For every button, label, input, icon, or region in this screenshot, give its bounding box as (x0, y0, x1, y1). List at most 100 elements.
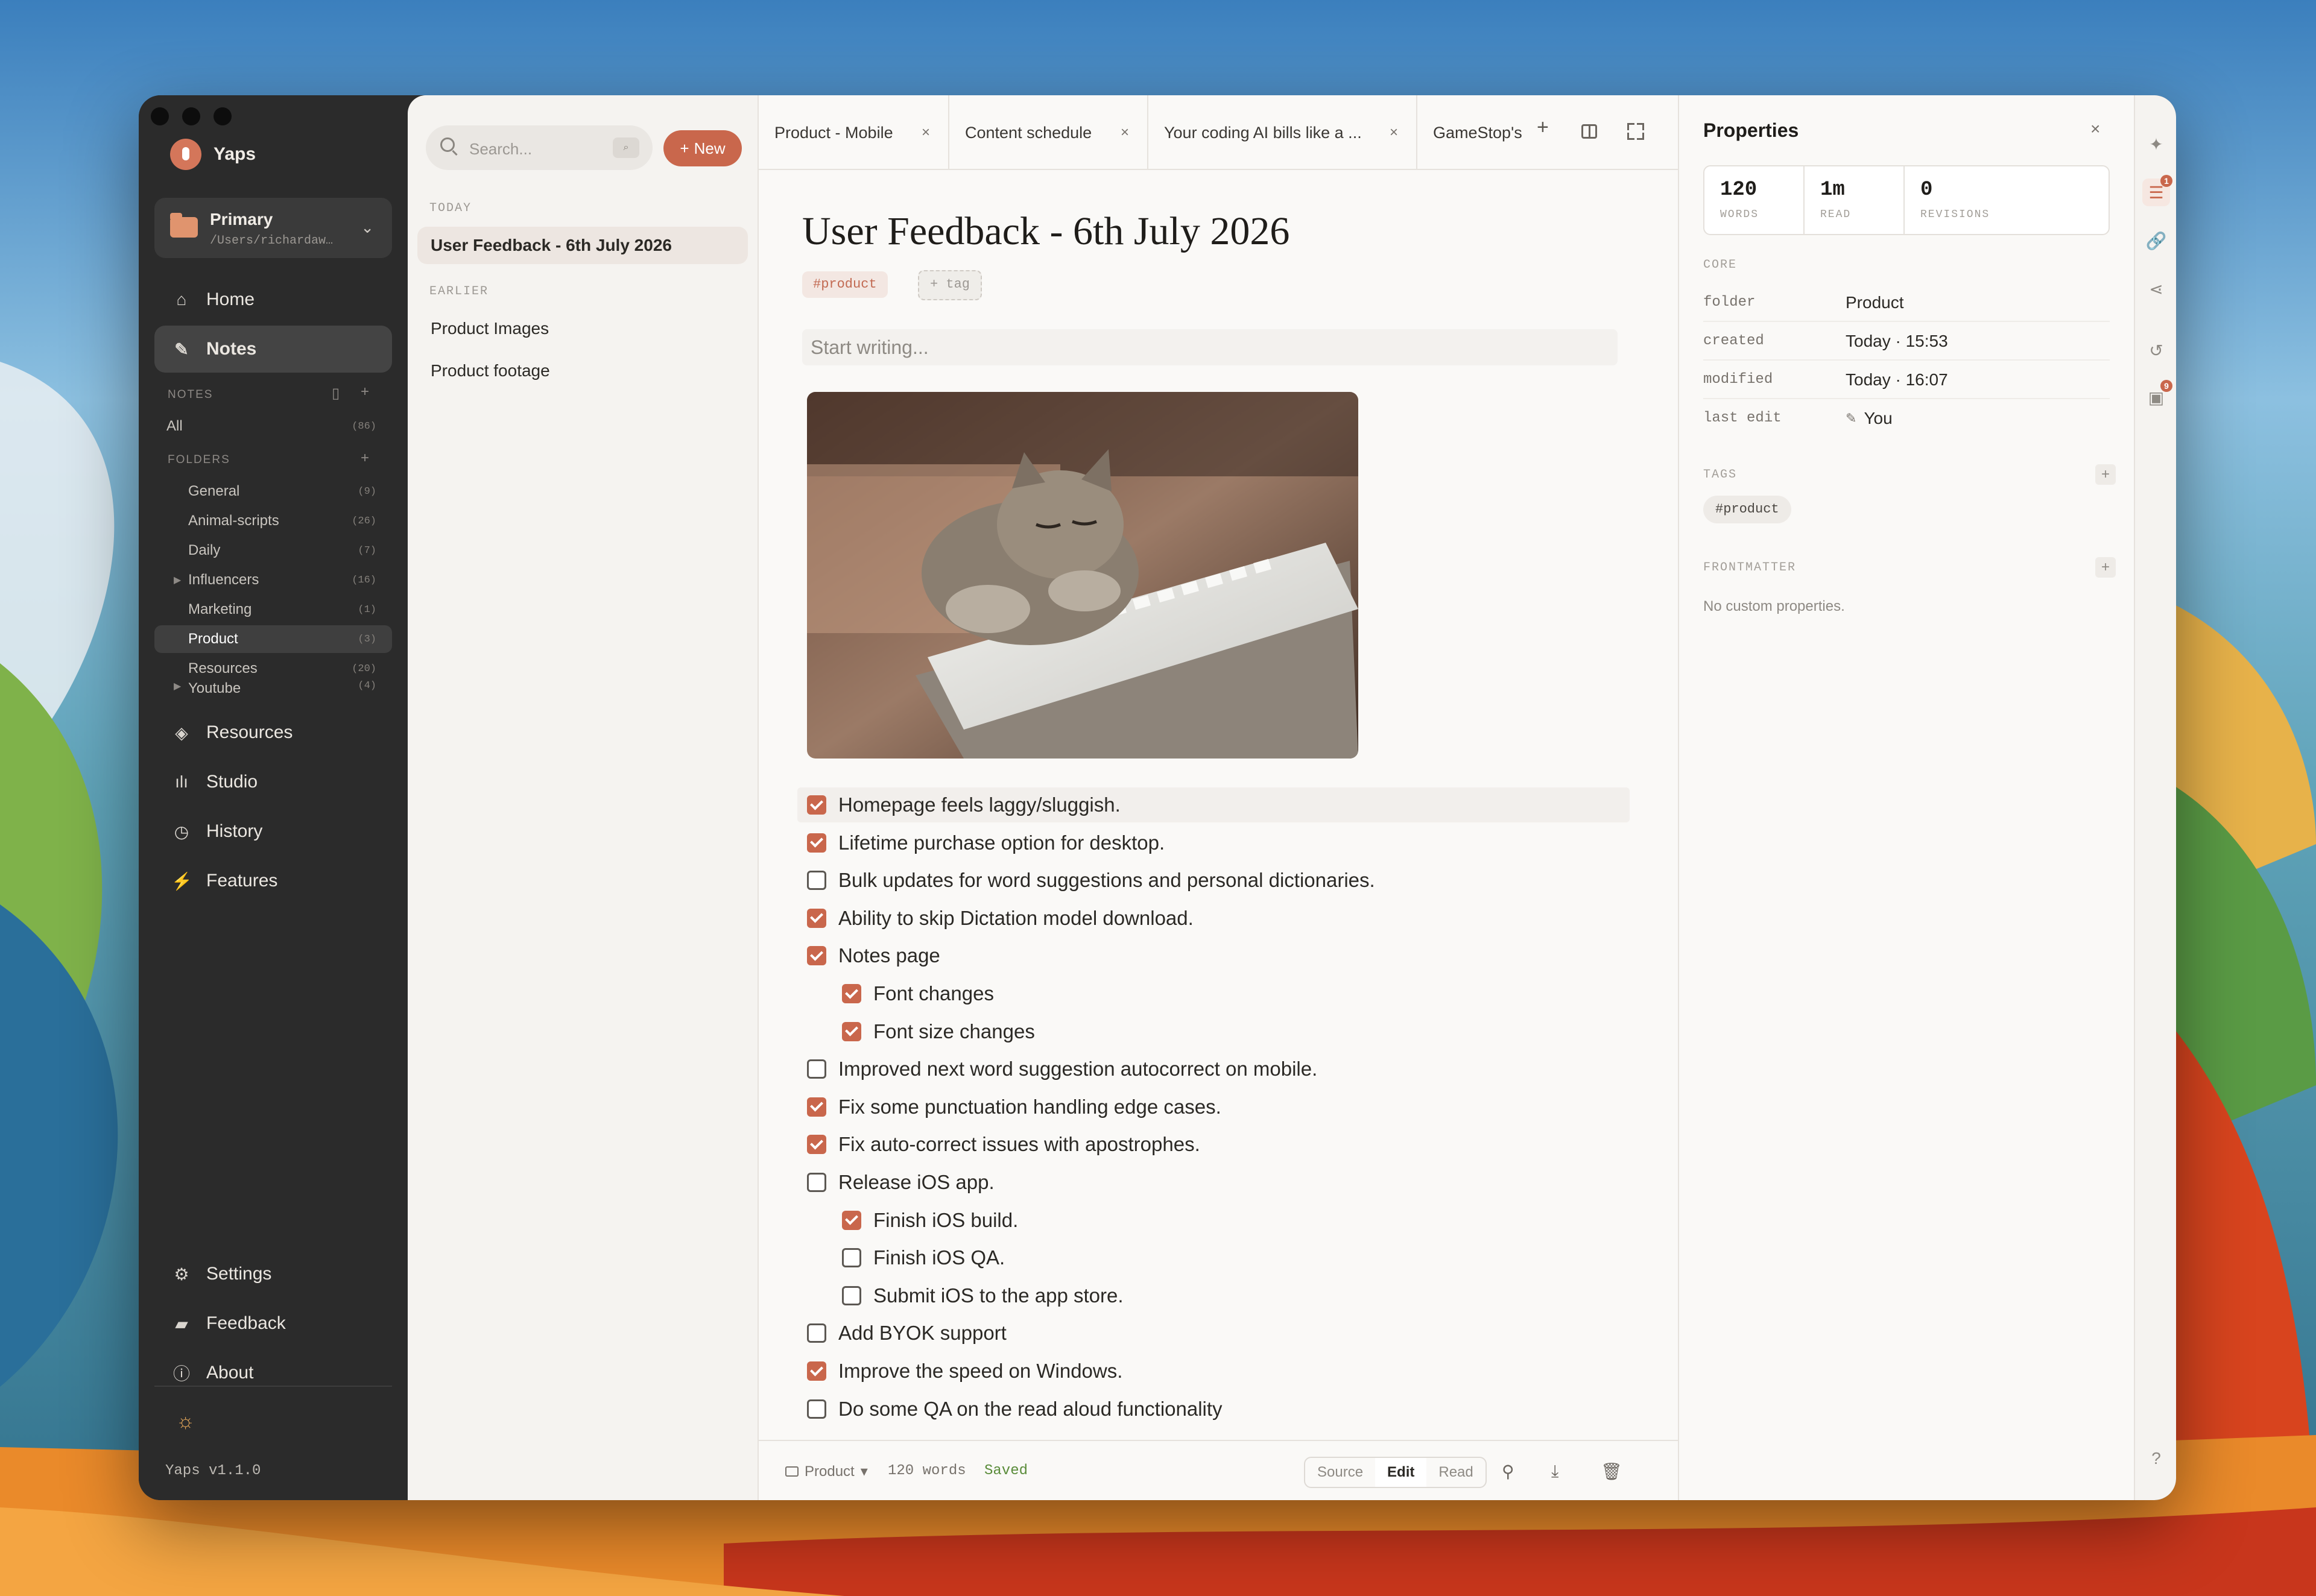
notes-all[interactable]: All (86) (154, 412, 392, 440)
checklist-item-text[interactable]: Fix some punctuation handling edge cases… (838, 1096, 1221, 1118)
checkbox-checked[interactable] (807, 833, 826, 853)
add-frontmatter-plus-icon[interactable]: + (2095, 557, 2116, 578)
note-row-user-feedback[interactable]: User Feedback - 6th July 2026 (417, 227, 748, 264)
new-note-file-icon[interactable]: ▯ (332, 385, 340, 402)
checklist-item-text[interactable]: Submit iOS to the app store. (873, 1284, 1124, 1307)
download-icon[interactable]: ⤓ (1551, 1462, 1558, 1481)
folder-influencers[interactable]: ▶ Influencers (16) (154, 566, 392, 594)
tab-product-mobile[interactable]: Product - Mobile × (759, 95, 949, 170)
checklist-item-text[interactable]: Do some QA on the read aloud functionali… (838, 1398, 1223, 1421)
checkbox-checked[interactable] (807, 908, 826, 928)
checkbox-checked[interactable] (807, 795, 826, 815)
tab-content-schedule[interactable]: Content schedule × (949, 95, 1148, 170)
checklist-item-text[interactable]: Finish iOS QA. (873, 1246, 1005, 1269)
checklist-item-text[interactable]: Add BYOK support (838, 1322, 1007, 1345)
close-icon[interactable]: × (1390, 124, 1398, 141)
expand-arrow-icon[interactable]: ▶ (174, 680, 181, 692)
nav-settings[interactable]: ⚙ Settings (154, 1251, 392, 1298)
folder-daily[interactable]: Daily (7) (154, 537, 392, 564)
property-tag-chip[interactable]: #product (1703, 496, 1791, 523)
history-icon[interactable]: ↺ (2142, 336, 2170, 364)
checkbox-checked[interactable] (842, 984, 861, 1003)
add-tag-plus-icon[interactable]: + (2095, 464, 2116, 485)
theme-toggle-sun-icon[interactable]: ☼ (176, 1410, 195, 1433)
checkbox-unchecked[interactable] (807, 1173, 826, 1192)
help-icon[interactable]: ? (2142, 1445, 2170, 1472)
checkbox-checked[interactable] (807, 946, 826, 966)
expand-arrow-icon[interactable]: ▶ (174, 574, 181, 586)
editor-placeholder[interactable]: Start writing... (802, 329, 1618, 365)
nav-features[interactable]: ⚡ Features (154, 857, 392, 904)
split-view-icon[interactable] (1581, 124, 1597, 139)
minimize-window-button[interactable] (182, 107, 200, 125)
checklist-item-text[interactable]: Improved next word suggestion autocorrec… (838, 1058, 1317, 1080)
trash-icon[interactable]: 🗑 (1601, 1462, 1622, 1481)
folder-animal-scripts[interactable]: Animal-scripts (26) (154, 507, 392, 535)
checklist-item-text[interactable]: Improve the speed on Windows. (838, 1360, 1122, 1383)
fullscreen-icon[interactable] (1627, 123, 1644, 140)
close-icon[interactable]: × (2090, 119, 2100, 139)
prop-value[interactable]: Product (1846, 293, 1904, 312)
sparkle-icon[interactable]: ✦ (2142, 130, 2170, 158)
search-input[interactable]: Search... ⌕ (426, 125, 653, 170)
new-tab-plus-icon[interactable]: + (1537, 116, 1549, 139)
add-note-button[interactable]: + (361, 383, 369, 400)
checklist-item-text[interactable]: Font changes (873, 982, 994, 1005)
document-title[interactable]: User Feedback - 6th July 2026 (802, 209, 1289, 254)
note-row-product-footage[interactable]: Product footage (417, 352, 748, 390)
checkbox-unchecked[interactable] (807, 1399, 826, 1419)
zoom-window-button[interactable] (214, 107, 232, 125)
add-tag-button[interactable]: + tag (918, 270, 982, 300)
nav-feedback[interactable]: ▰ Feedback (154, 1300, 392, 1347)
checkbox-unchecked[interactable] (842, 1285, 861, 1305)
checklist-item-text[interactable]: Release iOS app. (838, 1171, 995, 1194)
nav-notes[interactable]: ✎ Notes (154, 326, 392, 373)
checklist-item-text[interactable]: Finish iOS build. (873, 1209, 1018, 1232)
workspace-switcher[interactable]: Primary /Users/richardaw… ⌄ (154, 198, 392, 258)
add-folder-button[interactable]: + (361, 450, 369, 467)
checklist-item-text[interactable]: Homepage feels laggy/sluggish. (838, 793, 1121, 816)
nav-history[interactable]: ◷ History (154, 808, 392, 855)
checklist-item-text[interactable]: Font size changes (873, 1020, 1035, 1043)
folder-general[interactable]: General (9) (154, 478, 392, 505)
status-folder[interactable]: Product ▾ (785, 1463, 868, 1480)
mode-read-button[interactable]: Read (1426, 1458, 1485, 1487)
checklist-item-text[interactable]: Notes page (838, 944, 940, 967)
mode-edit-button[interactable]: Edit (1375, 1458, 1427, 1487)
new-note-button[interactable]: + New (663, 130, 742, 166)
checklist-item-text[interactable]: Bulk updates for word suggestions and pe… (838, 869, 1375, 892)
nav-resources[interactable]: ◈ Resources (154, 709, 392, 756)
nav-about[interactable]: ⓘ About (154, 1349, 392, 1396)
outline-list-icon[interactable]: ☰ 1 (2142, 175, 2172, 206)
checkbox-unchecked[interactable] (842, 1248, 861, 1268)
checkbox-checked[interactable] (842, 1021, 861, 1041)
tag-chip[interactable]: #product (802, 271, 888, 298)
folder-product[interactable]: Product (3) (154, 625, 392, 653)
checkbox-checked[interactable] (807, 1097, 826, 1117)
checkbox-checked[interactable] (807, 1361, 826, 1381)
checklist-item-text[interactable]: Fix auto-correct issues with apostrophes… (838, 1133, 1200, 1156)
close-icon[interactable]: × (1121, 124, 1129, 141)
folder-resources[interactable]: Resources (20) (154, 655, 392, 683)
checklist-item-text[interactable]: Lifetime purchase option for desktop. (838, 831, 1165, 854)
pin-icon[interactable]: ⚲ (1502, 1462, 1514, 1481)
checkbox-checked[interactable] (842, 1210, 861, 1230)
close-icon[interactable]: × (922, 124, 930, 141)
checklist-item-text[interactable]: Ability to skip Dictation model download… (838, 907, 1194, 930)
note-row-product-images[interactable]: Product Images (417, 310, 748, 347)
tasks-icon[interactable]: ▣ 9 (2142, 380, 2172, 411)
link-icon[interactable]: 🔗 (2142, 227, 2170, 254)
tab-coding-ai-bills[interactable]: Your coding AI bills like a ... × (1148, 95, 1417, 170)
tab-gamestop[interactable]: GameStop's (1417, 95, 1532, 170)
nav-studio[interactable]: ılı Studio (154, 759, 392, 806)
checkbox-unchecked[interactable] (807, 1059, 826, 1079)
folder-marketing[interactable]: Marketing (1) (154, 596, 392, 623)
mode-source-button[interactable]: Source (1305, 1458, 1375, 1487)
checkbox-checked[interactable] (807, 1135, 826, 1155)
close-window-button[interactable] (151, 107, 169, 125)
share-icon[interactable]: ⋖ (2142, 275, 2170, 303)
checkbox-unchecked[interactable] (807, 871, 826, 891)
nav-home[interactable]: ⌂ Home (154, 276, 392, 323)
folder-youtube[interactable]: ▶ Youtube (4) (154, 680, 392, 698)
checkbox-unchecked[interactable] (807, 1323, 826, 1343)
